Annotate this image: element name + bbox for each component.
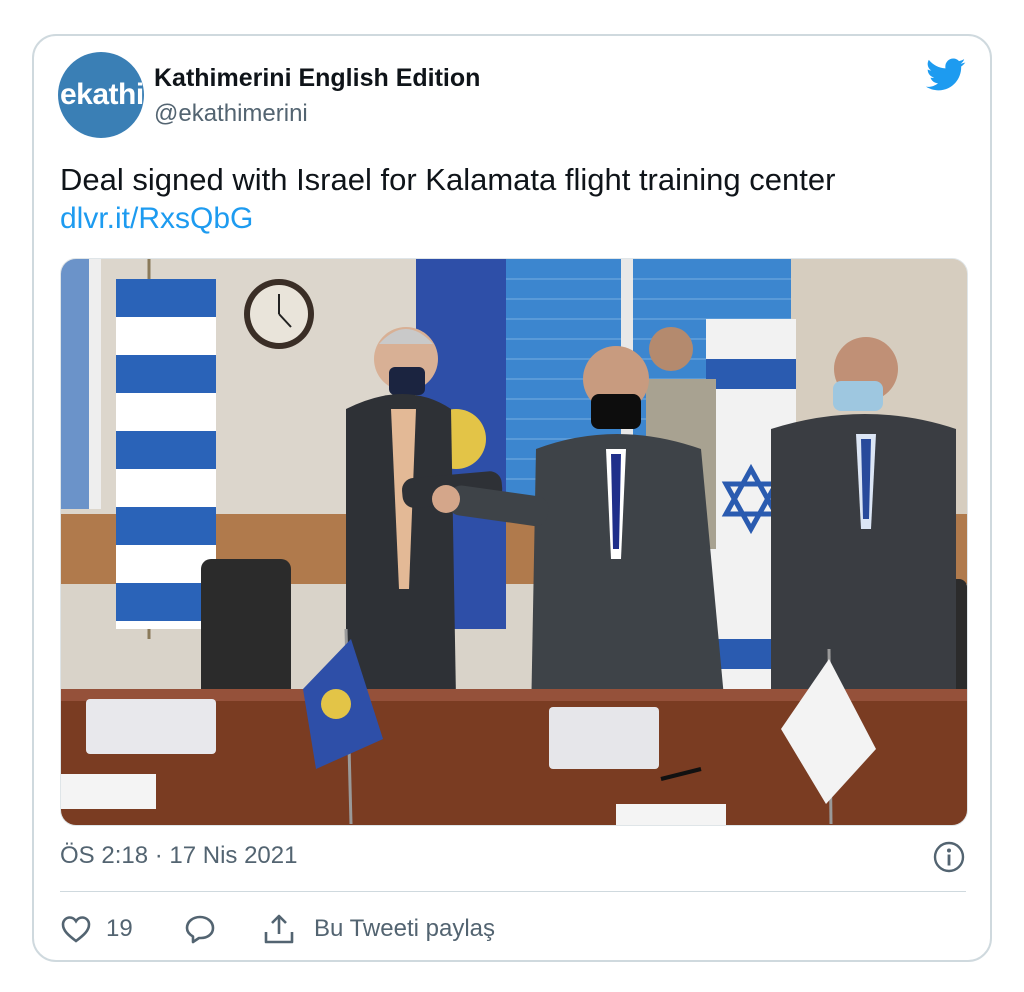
avatar[interactable]: ekathi bbox=[58, 52, 144, 138]
tweet-timestamp[interactable]: ÖS 2:18 · 17 Nis 2021 bbox=[60, 842, 297, 870]
share-icon[interactable] bbox=[262, 912, 296, 946]
reply-icon[interactable] bbox=[184, 913, 216, 945]
info-icon[interactable] bbox=[932, 840, 966, 874]
like-action[interactable]: 19 bbox=[60, 910, 133, 948]
divider bbox=[60, 891, 966, 892]
share-label: Bu Tweeti paylaş bbox=[314, 915, 495, 942]
twitter-bird-icon[interactable] bbox=[926, 58, 966, 92]
tweet-photo[interactable] bbox=[60, 258, 968, 826]
signing-ceremony-image bbox=[61, 259, 967, 825]
tweet-text: Deal signed with Israel for Kalamata fli… bbox=[60, 162, 836, 197]
avatar-logo-text: ekathi bbox=[60, 78, 144, 111]
share-action[interactable]: Bu Tweeti paylaş bbox=[262, 910, 495, 948]
tweet-link[interactable]: dlvr.it/RxsQbG bbox=[60, 202, 253, 236]
author-name[interactable]: Kathimerini English Edition bbox=[154, 64, 480, 93]
heart-icon[interactable] bbox=[60, 914, 92, 944]
like-count: 19 bbox=[106, 915, 133, 942]
author-handle[interactable]: @ekathimerini bbox=[154, 100, 308, 128]
reply-action[interactable] bbox=[184, 910, 216, 948]
